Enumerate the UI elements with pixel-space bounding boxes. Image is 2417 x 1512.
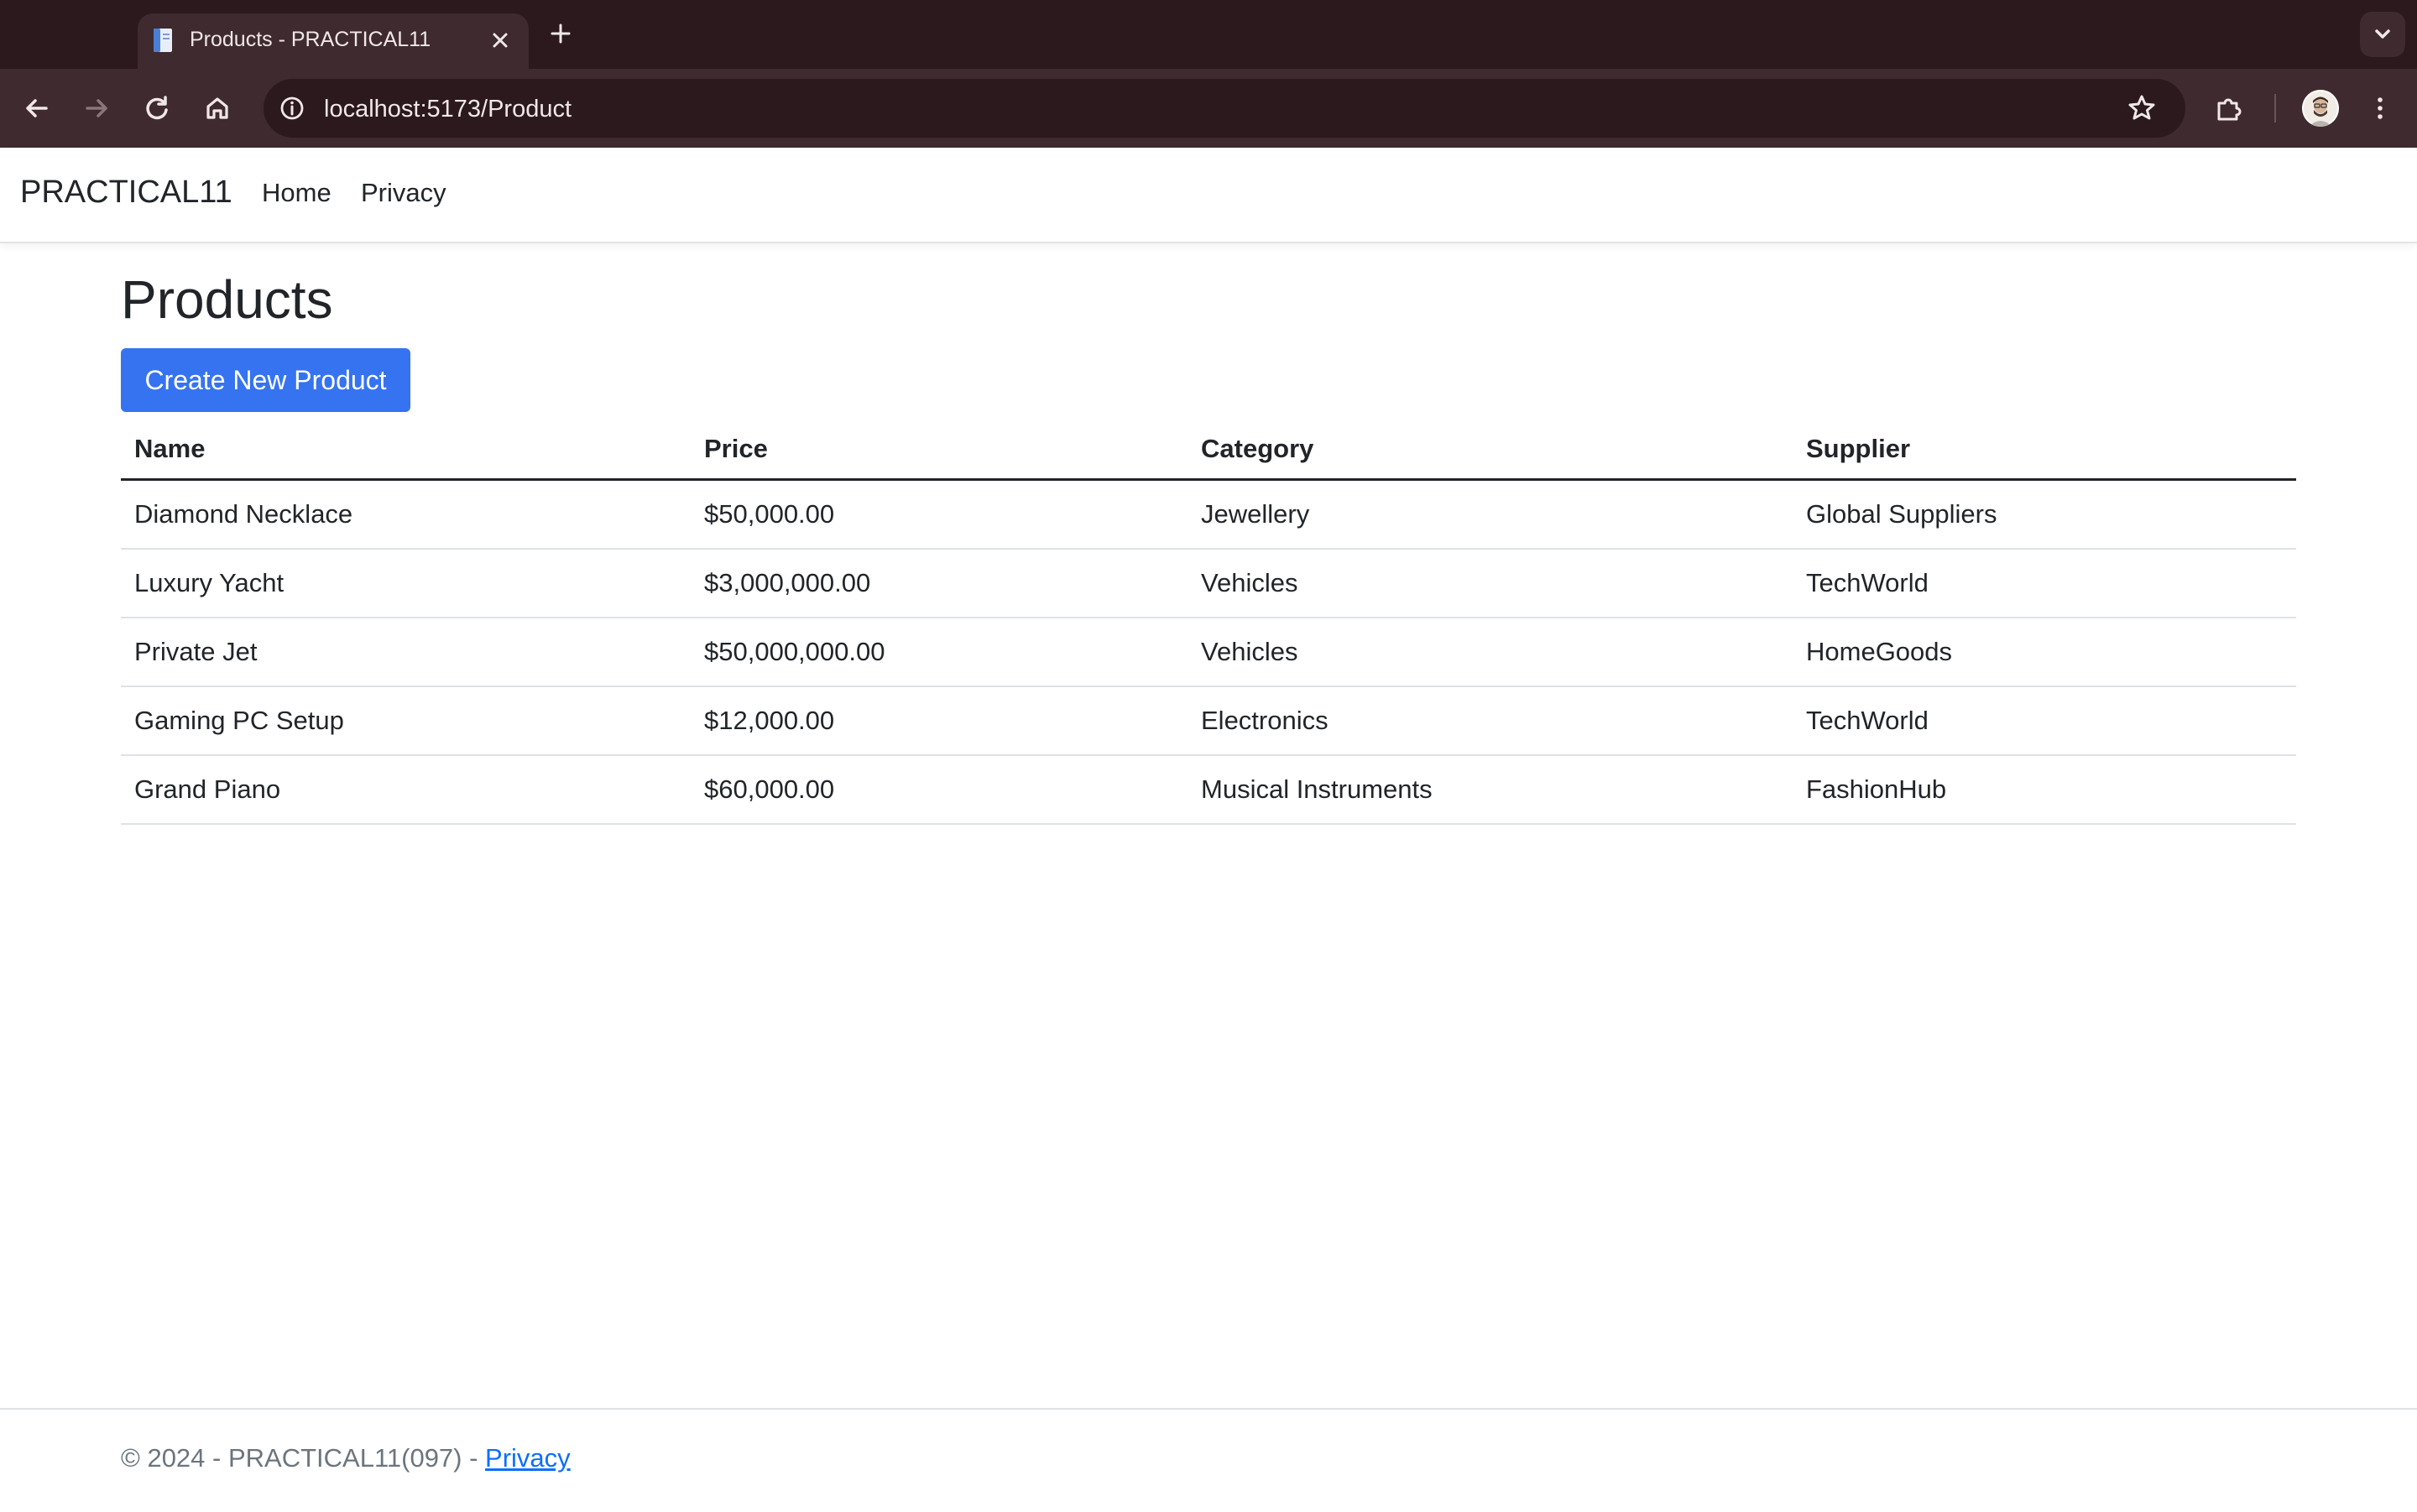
- footer-text: © 2024 - PRACTICAL11(097) - Privacy: [121, 1443, 571, 1473]
- cell-name: Luxury Yacht: [121, 549, 691, 618]
- star-icon[interactable]: [2125, 91, 2159, 125]
- table-row: Diamond Necklace $50,000.00 Jewellery Gl…: [121, 479, 2296, 550]
- cell-price: $50,000,000.00: [691, 618, 1188, 687]
- table-header-row: Name Price Category Supplier: [121, 420, 2296, 481]
- home-icon[interactable]: [199, 90, 236, 127]
- more-vert-icon[interactable]: [2362, 90, 2399, 127]
- cell-category: Vehicles: [1188, 618, 1793, 687]
- extensions-icon[interactable]: [2211, 90, 2247, 127]
- nav-link-home[interactable]: Home: [262, 178, 331, 208]
- toolbar-divider: [2274, 94, 2276, 123]
- page-favicon-icon: [154, 29, 172, 52]
- cell-category: Jewellery: [1188, 479, 1793, 550]
- column-header-category: Category: [1188, 420, 1793, 481]
- create-new-product-button[interactable]: Create New Product: [121, 348, 410, 412]
- cell-name: Grand Piano: [121, 755, 691, 825]
- cell-name: Private Jet: [121, 618, 691, 687]
- column-header-price: Price: [691, 420, 1188, 481]
- column-header-supplier: Supplier: [1793, 420, 2296, 481]
- site-navbar: PRACTICAL11 Home Privacy: [0, 148, 2417, 243]
- page-footer: © 2024 - PRACTICAL11(097) - Privacy: [0, 1408, 2417, 1512]
- tab-search-button[interactable]: [2360, 12, 2405, 57]
- cell-category: Musical Instruments: [1188, 755, 1793, 825]
- table-row: Gaming PC Setup $12,000.00 Electronics T…: [121, 686, 2296, 756]
- table-row: Luxury Yacht $3,000,000.00 Vehicles Tech…: [121, 549, 2296, 618]
- chevron-down-icon: [2375, 29, 2390, 39]
- close-icon[interactable]: [483, 23, 517, 57]
- tab-title: Products - PRACTICAL11: [190, 28, 431, 51]
- reload-icon[interactable]: [138, 90, 175, 127]
- browser-tab-strip: Products - PRACTICAL11: [0, 0, 2417, 69]
- nav-link-privacy[interactable]: Privacy: [361, 178, 446, 208]
- address-bar[interactable]: localhost:5173/Product: [264, 79, 2185, 138]
- cell-supplier: HomeGoods: [1793, 618, 2296, 687]
- browser-toolbar: localhost:5173/Product: [0, 69, 2417, 148]
- info-icon[interactable]: [277, 93, 307, 123]
- cell-price: $50,000.00: [691, 479, 1188, 550]
- cell-supplier: FashionHub: [1793, 755, 2296, 825]
- cell-name: Gaming PC Setup: [121, 686, 691, 756]
- cell-supplier: Global Suppliers: [1793, 479, 2296, 550]
- cell-category: Electronics: [1188, 686, 1793, 756]
- forward-arrow-icon[interactable]: [78, 90, 115, 127]
- footer-privacy-link[interactable]: Privacy: [485, 1443, 571, 1473]
- products-table: Name Price Category Supplier Diamond Nec…: [121, 420, 2296, 825]
- cell-supplier: TechWorld: [1793, 686, 2296, 756]
- page-title: Products: [121, 269, 333, 330]
- cell-name: Diamond Necklace: [121, 479, 691, 550]
- cell-price: $60,000.00: [691, 755, 1188, 825]
- cell-price: $12,000.00: [691, 686, 1188, 756]
- footer-copyright: © 2024 - PRACTICAL11(097) -: [121, 1443, 486, 1473]
- browser-tab[interactable]: Products - PRACTICAL11: [138, 13, 529, 69]
- cell-category: Vehicles: [1188, 549, 1793, 618]
- cell-supplier: TechWorld: [1793, 549, 2296, 618]
- plus-icon[interactable]: [544, 17, 577, 50]
- cell-price: $3,000,000.00: [691, 549, 1188, 618]
- table-row: Grand Piano $60,000.00 Musical Instrumen…: [121, 755, 2296, 825]
- url-text[interactable]: localhost:5173/Product: [324, 96, 572, 123]
- profile-avatar-icon[interactable]: [2302, 90, 2339, 127]
- back-arrow-icon[interactable]: [18, 90, 55, 127]
- column-header-name: Name: [121, 420, 691, 481]
- navbar-brand[interactable]: PRACTICAL11: [20, 175, 232, 211]
- table-row: Private Jet $50,000,000.00 Vehicles Home…: [121, 618, 2296, 687]
